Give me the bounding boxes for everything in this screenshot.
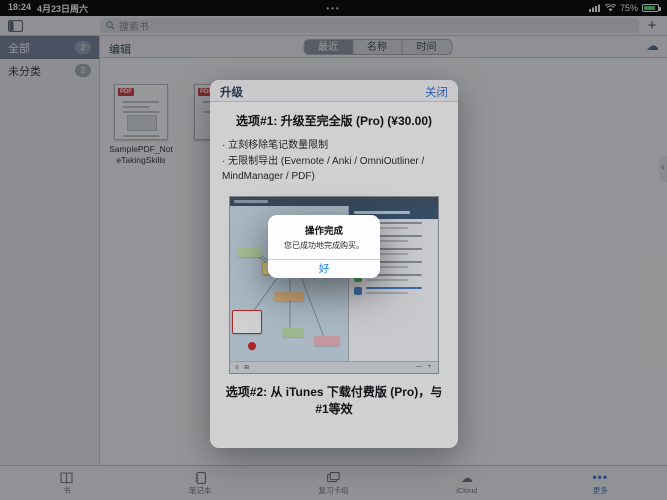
purchase-complete-alert: 操作完成 您已成功地完成购买。 好 [268,215,380,278]
alert-title: 操作完成 [268,223,380,237]
alert-message: 您已成功地完成购买。 [268,240,380,251]
alert-ok-button[interactable]: 好 [268,260,380,278]
